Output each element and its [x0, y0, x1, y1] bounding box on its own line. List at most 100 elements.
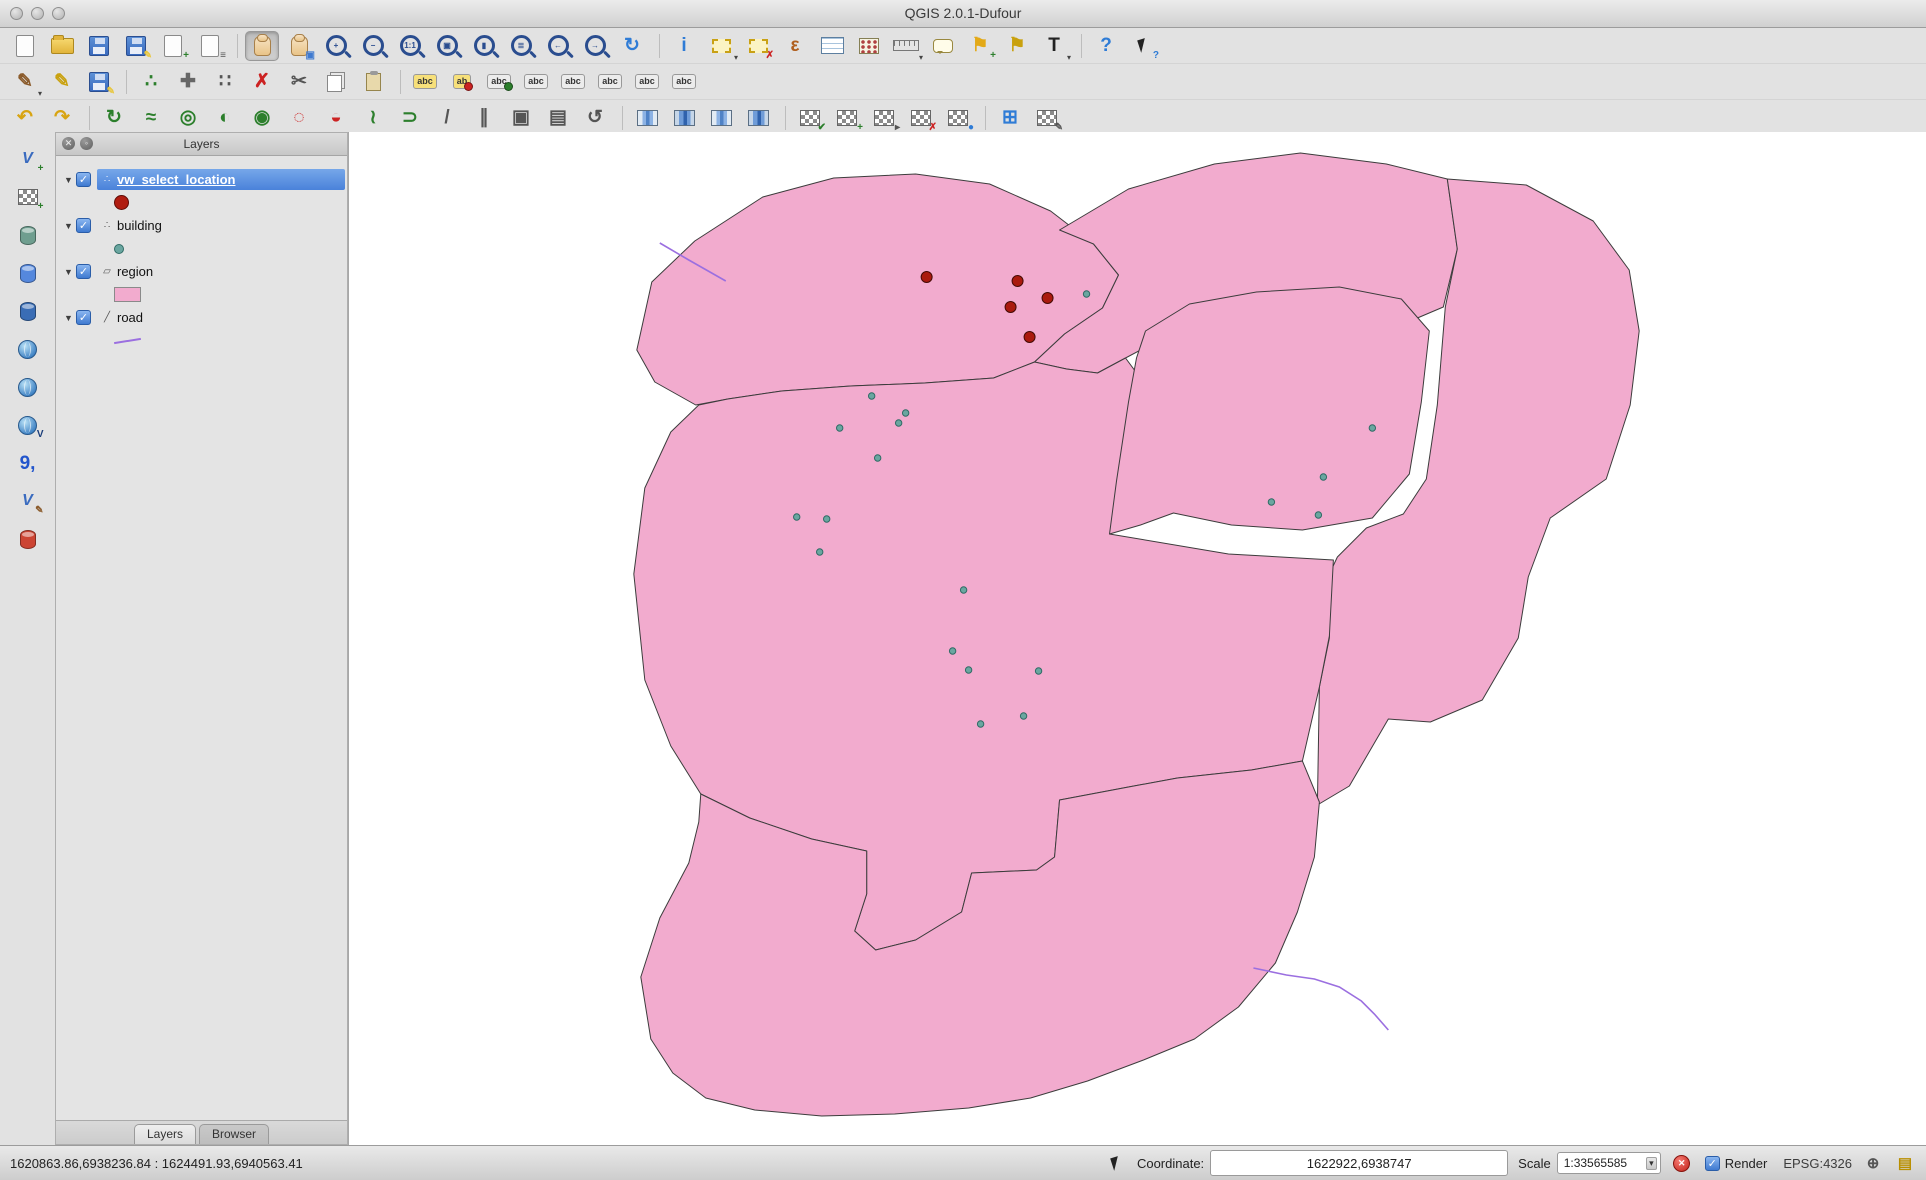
- selected-location-point[interactable]: [921, 272, 932, 283]
- zoom-out-button[interactable]: −: [356, 31, 390, 61]
- paste-features-button[interactable]: [356, 67, 390, 97]
- layer-symbol-swatch[interactable]: [114, 337, 141, 343]
- zoom-to-selection-button[interactable]: ▮: [467, 31, 501, 61]
- show-bookmarks-button[interactable]: ⚑: [1000, 31, 1034, 61]
- building-point[interactable]: [960, 587, 966, 593]
- building-point[interactable]: [1268, 499, 1274, 505]
- log-messages-button[interactable]: ▤: [1894, 1152, 1916, 1174]
- save-project-as-button[interactable]: ✎: [119, 31, 153, 61]
- add-raster-layer-button[interactable]: +: [11, 182, 45, 212]
- selected-location-point[interactable]: [1024, 332, 1035, 343]
- panel-close-button[interactable]: ✕: [62, 137, 75, 150]
- add-wfs-layer-button[interactable]: V: [11, 410, 45, 440]
- layer-name[interactable]: region: [115, 264, 153, 279]
- layer-symbol-swatch[interactable]: [114, 287, 141, 302]
- add-wms-layer-button[interactable]: [11, 334, 45, 364]
- add-delimited-text-layer-button[interactable]: 9,: [11, 448, 45, 478]
- open-project-button[interactable]: [45, 31, 79, 61]
- new-shapefile-layer-button[interactable]: V✎: [11, 486, 45, 516]
- panel-float-button[interactable]: ◦: [80, 137, 93, 150]
- zoom-last-button[interactable]: ←: [541, 31, 575, 61]
- add-mssql-layer-button[interactable]: [11, 296, 45, 326]
- map-canvas[interactable]: [348, 132, 1926, 1145]
- minimize-window-button[interactable]: [31, 7, 44, 20]
- move-feature-button[interactable]: ✚: [171, 67, 205, 97]
- map-grid-tool-3-button[interactable]: ▸: [867, 103, 901, 133]
- pan-to-selection-button[interactable]: ▣: [282, 31, 316, 61]
- layer-visibility-checkbox-region[interactable]: ✓: [76, 264, 91, 279]
- layer-item-road[interactable]: ▼✓╱road: [56, 306, 347, 329]
- building-point[interactable]: [823, 516, 829, 522]
- building-point[interactable]: [794, 514, 800, 520]
- panel-tab-layers[interactable]: Layers: [134, 1124, 196, 1144]
- layer-name[interactable]: building: [115, 218, 162, 233]
- label-configuration-button[interactable]: ab: [445, 67, 479, 97]
- render-checkbox[interactable]: ✓: [1705, 1156, 1720, 1171]
- stop-rendering-button[interactable]: [1671, 1152, 1693, 1174]
- simplify-feature-button[interactable]: ≈: [134, 103, 168, 133]
- layer-symbol-swatch[interactable]: [114, 195, 129, 210]
- selected-location-point[interactable]: [1005, 302, 1016, 313]
- rotate-point-symbols-button[interactable]: ↺: [578, 103, 612, 133]
- map-grid-tool-4-button[interactable]: ✗: [904, 103, 938, 133]
- map-grid-tool-5-button[interactable]: ●: [941, 103, 975, 133]
- zoom-window-button[interactable]: [52, 7, 65, 20]
- zoom-actual-size-button[interactable]: 1:1: [393, 31, 427, 61]
- layer-visibility-checkbox-road[interactable]: ✓: [76, 310, 91, 325]
- building-point[interactable]: [895, 420, 901, 426]
- building-point[interactable]: [874, 455, 880, 461]
- undo-button[interactable]: ↶: [8, 103, 42, 133]
- layer-visibility-checkbox-building[interactable]: ✓: [76, 218, 91, 233]
- new-project-button[interactable]: [8, 31, 42, 61]
- local-histogram-stretch-button[interactable]: [630, 103, 664, 133]
- node-tool-button[interactable]: ∷: [208, 67, 242, 97]
- add-spatialite-layer-button[interactable]: [11, 258, 45, 288]
- save-layer-edits-button[interactable]: ✎: [82, 67, 116, 97]
- layer-label-area[interactable]: ▱region: [97, 261, 345, 282]
- split-parts-button[interactable]: ∥: [467, 103, 501, 133]
- map-svg[interactable]: [349, 132, 1926, 1145]
- building-point[interactable]: [1369, 425, 1375, 431]
- add-ring-button[interactable]: ◎: [171, 103, 205, 133]
- measure-line-button[interactable]: ▾: [889, 31, 923, 61]
- expand-collapse-triangle[interactable]: ▼: [61, 313, 76, 323]
- full-cumulative-cut-stretch-button[interactable]: [741, 103, 775, 133]
- redo-button[interactable]: ↷: [45, 103, 79, 133]
- show-hide-labels-button[interactable]: abc: [482, 67, 516, 97]
- full-histogram-stretch-button[interactable]: [667, 103, 701, 133]
- pan-map-button[interactable]: [245, 31, 279, 61]
- selected-location-point[interactable]: [1012, 276, 1023, 287]
- move-label-button[interactable]: abc: [593, 67, 627, 97]
- delete-selected-button[interactable]: ✗: [245, 67, 279, 97]
- map-tool-extra-2-button[interactable]: ✎: [1030, 103, 1064, 133]
- building-point[interactable]: [1315, 512, 1321, 518]
- identify-features-button[interactable]: i: [667, 31, 701, 61]
- add-postgis-layer-button[interactable]: [11, 220, 45, 250]
- coordinate-input[interactable]: [1210, 1150, 1508, 1176]
- layer-label-area[interactable]: ∴building: [97, 215, 345, 236]
- text-annotation-button[interactable]: T▾: [1037, 31, 1071, 61]
- layer-item-building[interactable]: ▼✓∴building: [56, 214, 347, 237]
- panel-tab-browser[interactable]: Browser: [199, 1124, 269, 1144]
- building-point[interactable]: [965, 667, 971, 673]
- select-features-button[interactable]: ▾: [704, 31, 738, 61]
- split-features-button[interactable]: /: [430, 103, 464, 133]
- road-line[interactable]: [1253, 968, 1388, 1030]
- current-edits-button[interactable]: ✎▾: [8, 67, 42, 97]
- map-tips-button[interactable]: [926, 31, 960, 61]
- offset-curve-button[interactable]: ⊃: [393, 103, 427, 133]
- building-point[interactable]: [977, 721, 983, 727]
- zoom-in-button[interactable]: +: [319, 31, 353, 61]
- region-inner-district[interactable]: [1110, 287, 1430, 534]
- building-point[interactable]: [1020, 713, 1026, 719]
- toggle-editing-button[interactable]: ✎: [45, 67, 79, 97]
- layer-visibility-checkbox-vw_select_location[interactable]: ✓: [76, 172, 91, 187]
- save-project-button[interactable]: [82, 31, 116, 61]
- mouse-position-toggle-button[interactable]: [1105, 1152, 1127, 1174]
- crs-status-button[interactable]: ⊕: [1862, 1152, 1884, 1174]
- selected-location-point[interactable]: [1042, 293, 1053, 304]
- layer-symbol-swatch[interactable]: [114, 244, 124, 254]
- field-calculator-button[interactable]: [852, 31, 886, 61]
- help-contents-button[interactable]: ?: [1089, 31, 1123, 61]
- close-window-button[interactable]: [10, 7, 23, 20]
